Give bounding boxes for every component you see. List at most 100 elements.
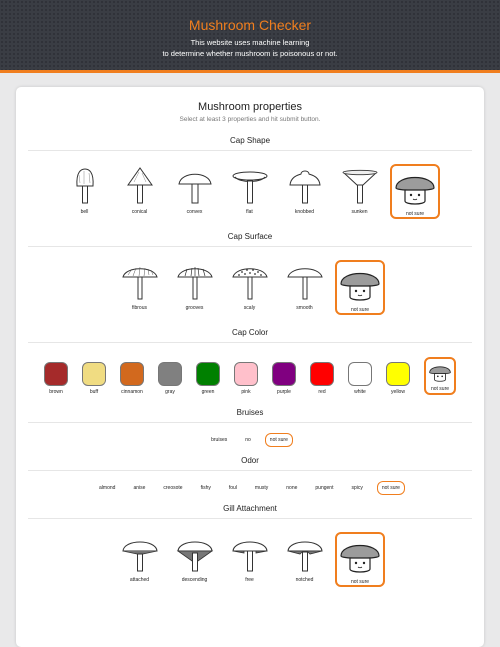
divider bbox=[28, 422, 472, 423]
cap-color-label: red bbox=[318, 389, 326, 395]
odor-option-not-sure[interactable]: not sure bbox=[376, 481, 405, 495]
notched-gill-icon bbox=[286, 541, 323, 572]
odor-option-foul[interactable]: foul bbox=[225, 482, 241, 494]
odor-option-spicy[interactable]: spicy bbox=[347, 482, 366, 494]
cap-color-label: white bbox=[354, 389, 366, 395]
cap-color-purple[interactable]: purple bbox=[272, 362, 296, 395]
divider bbox=[28, 150, 472, 151]
bruises-title: Bruises bbox=[236, 408, 264, 417]
divider bbox=[28, 342, 472, 343]
bruises-option-no[interactable]: no bbox=[241, 434, 255, 446]
gill-attachment-descending[interactable]: descending bbox=[170, 533, 219, 587]
bruises-option-bruises[interactable]: bruises bbox=[207, 434, 231, 446]
not-sure-mushroom-icon bbox=[340, 272, 380, 301]
cap-color-pink[interactable]: pink bbox=[234, 362, 258, 395]
cap-color-gray[interactable]: gray bbox=[158, 362, 182, 395]
fibrous-surface-icon bbox=[121, 266, 158, 300]
site-description-line-2: to determine whether mushroom is poisono… bbox=[162, 48, 338, 58]
site-description-line-1: This website uses machine learning bbox=[190, 38, 310, 47]
sunken-cap-icon bbox=[342, 169, 377, 204]
gill-attachment-notched[interactable]: notched bbox=[280, 533, 329, 587]
color-swatch bbox=[386, 362, 410, 386]
attached-gill-icon bbox=[121, 541, 158, 572]
knobbed-cap-icon bbox=[288, 170, 321, 204]
cap-surface-options: fibrous grooves scaly smooth not sure bbox=[16, 260, 484, 315]
grooves-surface-icon bbox=[176, 267, 213, 300]
odor-option-anise[interactable]: anise bbox=[129, 482, 149, 494]
convex-cap-icon bbox=[177, 173, 212, 204]
cap-color-white[interactable]: white bbox=[348, 362, 372, 395]
cap-shape-label: knobbed bbox=[294, 209, 315, 215]
cap-shape-label: conical bbox=[131, 209, 148, 215]
cap-color-green[interactable]: green bbox=[196, 362, 220, 395]
cap-surface-fibrous[interactable]: fibrous bbox=[115, 261, 164, 315]
cap-color-red[interactable]: red bbox=[310, 362, 334, 395]
color-swatch bbox=[310, 362, 334, 386]
bruises-option-not-sure[interactable]: not sure bbox=[264, 433, 293, 447]
not-sure-label: not sure bbox=[350, 306, 370, 313]
cap-color-label: purple bbox=[277, 389, 291, 395]
cap-color-buff[interactable]: buff bbox=[82, 362, 106, 395]
cap-color-brown[interactable]: brown bbox=[44, 362, 68, 395]
card-subtitle: Select at least 3 properties and hit sub… bbox=[179, 116, 321, 123]
cap-color-label: brown bbox=[49, 389, 63, 395]
properties-card: Mushroom properties Select at least 3 pr… bbox=[16, 87, 484, 647]
gill-attachment-options: attached descending free notched not sur… bbox=[16, 532, 484, 587]
cap-shape-not-sure[interactable]: not sure bbox=[390, 164, 440, 219]
cap-surface-scaly[interactable]: scaly bbox=[225, 261, 274, 315]
cap-color-yellow[interactable]: yellow bbox=[386, 362, 410, 395]
cap-color-options: brown buff cinnamon gray green pink purp… bbox=[16, 357, 484, 395]
odor-options: almond anise creosote fishy foul musty n… bbox=[16, 481, 484, 495]
cap-shape-sunken[interactable]: sunken bbox=[335, 165, 384, 219]
cap-surface-not-sure[interactable]: not sure bbox=[335, 260, 385, 315]
gill-attachment-label: notched bbox=[295, 577, 314, 583]
cap-color-label: pink bbox=[241, 389, 251, 395]
odor-option-almond[interactable]: almond bbox=[95, 482, 119, 494]
cap-shape-convex[interactable]: convex bbox=[170, 165, 219, 219]
gill-attachment-title: Gill Attachment bbox=[223, 504, 277, 513]
divider bbox=[28, 246, 472, 247]
gill-attachment-label: free bbox=[245, 577, 254, 583]
not-sure-mushroom-icon bbox=[395, 176, 435, 205]
color-swatch bbox=[82, 362, 106, 386]
cap-shape-options: bell conical convex flat knobbed sunken … bbox=[16, 164, 484, 219]
gill-attachment-not-sure[interactable]: not sure bbox=[335, 532, 385, 587]
cap-surface-label: fibrous bbox=[131, 305, 147, 311]
cap-shape-title: Cap Shape bbox=[229, 136, 271, 145]
cap-shape-bell[interactable]: bell bbox=[60, 165, 109, 219]
not-sure-label: not sure bbox=[430, 385, 450, 392]
odor-option-musty[interactable]: musty bbox=[251, 482, 272, 494]
site-title: Mushroom Checker bbox=[188, 17, 312, 33]
color-swatch bbox=[120, 362, 144, 386]
gill-attachment-attached[interactable]: attached bbox=[115, 533, 164, 587]
odor-option-fishy[interactable]: fishy bbox=[197, 482, 215, 494]
free-gill-icon bbox=[231, 541, 268, 572]
bell-cap-icon bbox=[75, 168, 94, 204]
cap-color-not-sure[interactable]: not sure bbox=[424, 357, 456, 395]
cap-shape-label: flat bbox=[246, 209, 253, 215]
cap-surface-grooves[interactable]: grooves bbox=[170, 261, 219, 315]
color-swatch bbox=[348, 362, 372, 386]
gill-attachment-free[interactable]: free bbox=[225, 533, 274, 587]
conical-cap-icon bbox=[126, 167, 153, 204]
cap-color-label: yellow bbox=[391, 389, 405, 395]
odor-option-none[interactable]: none bbox=[282, 482, 301, 494]
gill-attachment-label: descending bbox=[181, 577, 208, 583]
odor-option-creosote[interactable]: creosote bbox=[159, 482, 186, 494]
not-sure-label: not sure bbox=[405, 210, 425, 217]
scaly-surface-icon bbox=[231, 268, 268, 300]
cap-surface-smooth[interactable]: smooth bbox=[280, 261, 329, 315]
cap-surface-label: smooth bbox=[296, 305, 313, 311]
cap-shape-label: convex bbox=[186, 209, 203, 215]
cap-shape-label: sunken bbox=[351, 209, 368, 215]
cap-color-label: green bbox=[201, 389, 215, 395]
cap-shape-knobbed[interactable]: knobbed bbox=[280, 165, 329, 219]
divider bbox=[28, 470, 472, 471]
odor-title: Odor bbox=[241, 456, 259, 465]
cap-shape-flat[interactable]: flat bbox=[225, 165, 274, 219]
cap-shape-conical[interactable]: conical bbox=[115, 165, 164, 219]
odor-option-pungent[interactable]: pungent bbox=[311, 482, 337, 494]
cap-surface-title: Cap Surface bbox=[227, 232, 273, 241]
cap-color-cinnamon[interactable]: cinnamon bbox=[120, 362, 144, 395]
cap-color-title: Cap Color bbox=[231, 328, 268, 337]
